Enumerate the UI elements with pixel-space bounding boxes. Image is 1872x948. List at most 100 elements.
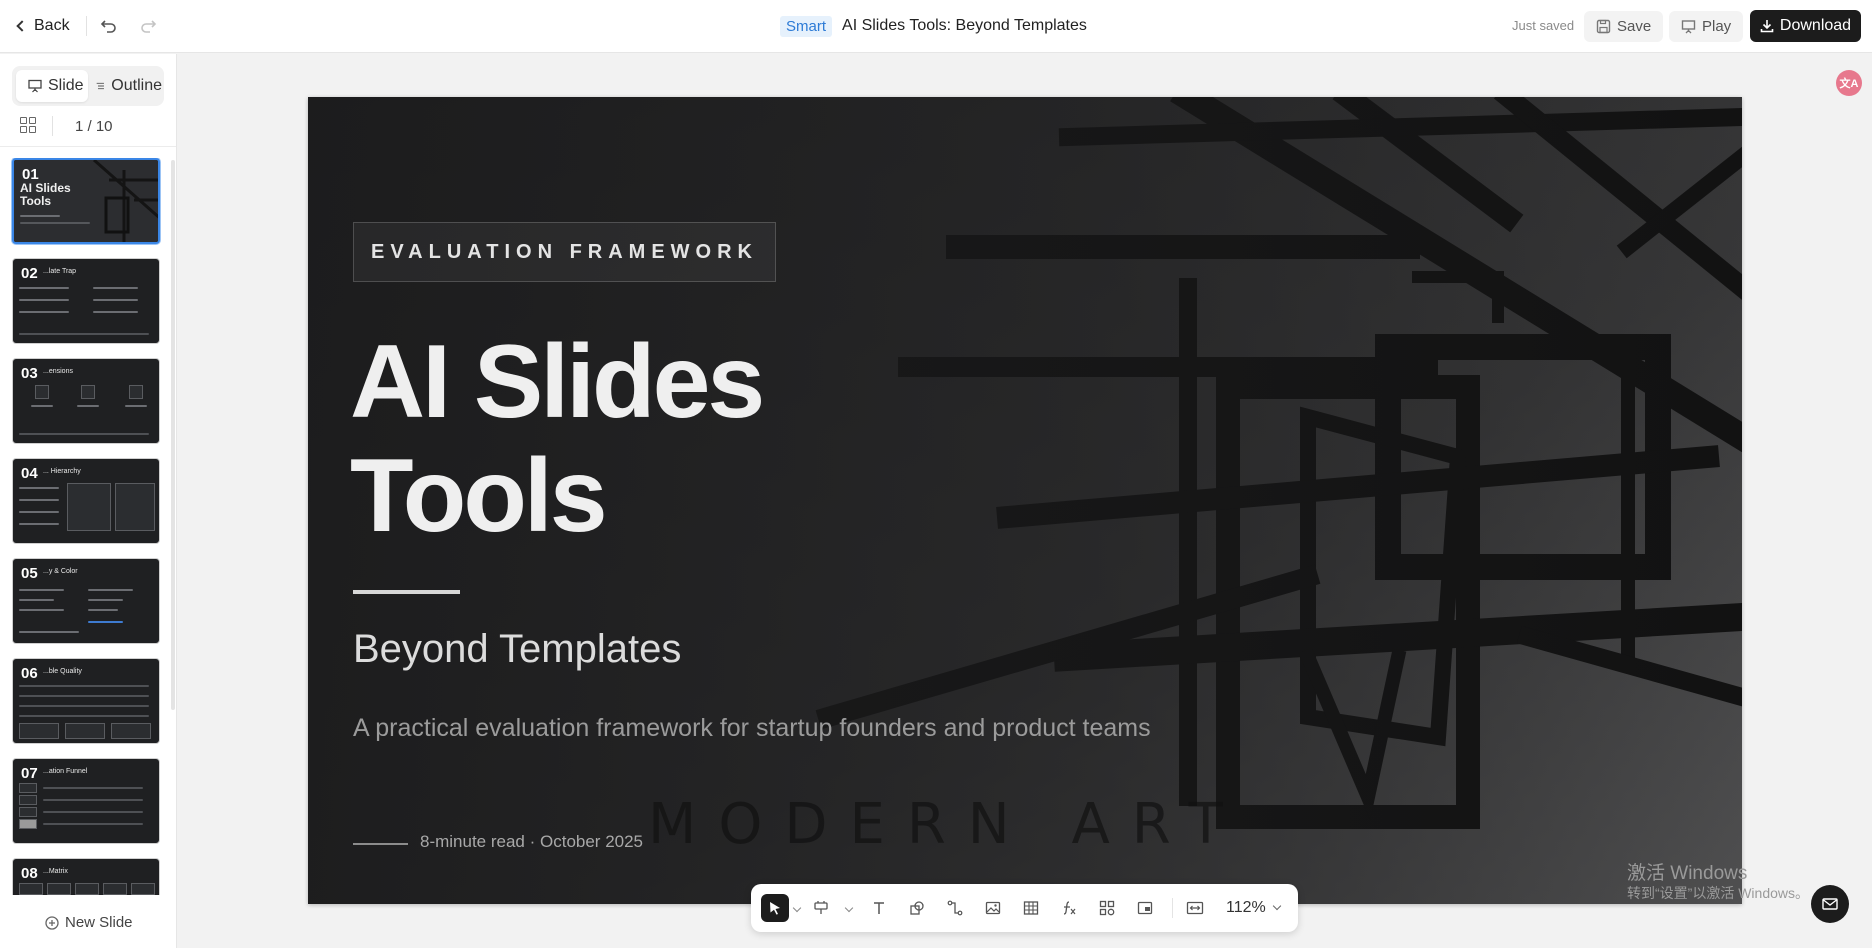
thumbnail-box — [129, 385, 143, 399]
divider — [86, 16, 87, 36]
thumbnail-line — [19, 487, 59, 489]
back-button[interactable]: Back — [16, 14, 70, 38]
redo-button[interactable] — [136, 14, 160, 38]
translate-icon[interactable]: 文A — [1836, 70, 1862, 96]
top-bar: Back Smart AI Slides Tools: Beyond Templ… — [0, 0, 1872, 53]
thumbnail-line — [19, 705, 149, 707]
document-title[interactable]: Smart AI Slides Tools: Beyond Templates — [780, 14, 1087, 38]
slide-title-line: Tools — [350, 438, 608, 554]
connector-icon — [947, 900, 963, 916]
slide-meta: 8-minute read · October 2025 — [420, 832, 644, 851]
save-status: Just saved — [1512, 18, 1575, 33]
slide-eyebrow-badge: EVALUATION FRAMEWORK — [353, 222, 776, 282]
slide-thumbnail-list: 01 AI Slides Tools 02 ...late Trap 03 ..… — [10, 158, 164, 895]
formula-tool-button[interactable] — [1055, 894, 1083, 922]
editing-toolbar — [751, 884, 1298, 932]
connector-tool-button[interactable] — [941, 894, 969, 922]
thumbnail-box — [115, 483, 155, 531]
grid-view-icon[interactable] — [20, 117, 36, 133]
components-icon — [1099, 900, 1115, 916]
thumbnail-line — [19, 631, 79, 633]
shape-tool-button[interactable] — [903, 894, 931, 922]
thumbnail-box — [103, 883, 127, 895]
image-icon — [985, 901, 1001, 915]
thumbnail-line — [31, 405, 53, 407]
fit-width-button[interactable] — [1181, 894, 1209, 922]
tab-outline-label: Outline — [111, 77, 162, 94]
shapes-icon — [910, 901, 924, 915]
thumbnail-scrollbar[interactable] — [171, 160, 175, 710]
thumbnail-title: ...late Trap — [43, 268, 77, 275]
floppy-icon — [1596, 19, 1611, 34]
thumbnail-box — [19, 783, 37, 793]
components-tool-button[interactable] — [1093, 894, 1121, 922]
chevron-down-icon[interactable] — [792, 903, 802, 913]
brush-tool-button[interactable] — [807, 894, 835, 922]
thumbnail-line — [43, 823, 143, 825]
thumbnail-line — [43, 787, 143, 789]
slide-thumbnail-02[interactable]: 02 ...late Trap — [12, 258, 160, 344]
chevron-down-icon[interactable] — [844, 903, 854, 913]
plus-circle-icon — [45, 915, 59, 930]
thumbnail-line — [77, 405, 99, 407]
slide-canvas[interactable]: MODERN ART EVALUATION FRAMEWORK AI Slide… — [308, 97, 1742, 904]
presentation-icon — [1681, 20, 1696, 34]
thumbnail-box — [19, 807, 37, 817]
windows-activation-subtitle: 转到“设置”以激活 Windows。 — [1627, 885, 1810, 901]
undo-button[interactable] — [97, 14, 121, 38]
slide-thumbnail-08[interactable]: 08 ...Matrix — [12, 858, 160, 895]
undo-icon — [100, 20, 116, 33]
thumbnail-line — [88, 599, 123, 601]
embed-tool-button[interactable] — [1131, 894, 1159, 922]
play-button[interactable]: Play — [1669, 11, 1744, 42]
thumbnail-line — [88, 609, 118, 611]
image-tool-button[interactable] — [979, 894, 1007, 922]
text-tool-button[interactable] — [865, 894, 893, 922]
slide-thumbnail-06[interactable]: 06 ...ble Quality — [12, 658, 160, 744]
embed-frame-icon — [1137, 901, 1153, 915]
slide-thumbnail-07[interactable]: 07 ...ation Funnel — [12, 758, 160, 844]
slide-thumbnail-03[interactable]: 03 ...ensions — [12, 358, 160, 444]
thumbnail-line — [19, 287, 69, 289]
slide-thumbnail-05[interactable]: 05 ...y & Color — [12, 558, 160, 644]
divider — [0, 146, 176, 147]
fit-width-icon — [1186, 901, 1204, 915]
slide-subtitle: Beyond Templates — [353, 627, 682, 671]
divider — [1172, 898, 1173, 918]
slide-thumbnail-04[interactable]: 04 ... Hierarchy — [12, 458, 160, 544]
slide-thumbnail-01[interactable]: 01 AI Slides Tools — [12, 158, 160, 244]
thumbnail-title: ... Hierarchy — [43, 468, 81, 475]
presentation-icon — [28, 79, 42, 93]
thumbnail-box — [75, 883, 99, 895]
thumbnail-line — [19, 433, 149, 435]
thumbnail-box — [19, 795, 37, 805]
table-tool-button[interactable] — [1017, 894, 1045, 922]
thumbnail-box — [65, 723, 105, 739]
play-label: Play — [1702, 18, 1732, 35]
thumbnail-line — [88, 589, 133, 591]
cursor-arrow-icon — [770, 902, 780, 915]
thumbnail-title: ...ensions — [43, 368, 73, 375]
slide-description: A practical evaluation framework for sta… — [353, 714, 1151, 742]
thumbnail-box — [81, 385, 95, 399]
thumbnail-line — [19, 715, 149, 717]
download-icon — [1760, 20, 1774, 33]
thumbnail-title: ...ble Quality — [43, 668, 82, 675]
chevron-left-icon — [16, 20, 28, 32]
tab-slide[interactable]: Slide — [16, 70, 88, 102]
thumbnail-line — [19, 511, 59, 513]
zoom-dropdown[interactable]: 112% — [1226, 899, 1281, 917]
tab-outline[interactable]: Outline — [92, 70, 162, 102]
thumbnail-line — [93, 299, 138, 301]
save-button[interactable]: Save — [1584, 11, 1664, 42]
thumbnail-line — [19, 589, 64, 591]
feedback-button[interactable] — [1811, 885, 1849, 923]
download-label: Download — [1779, 17, 1852, 34]
select-tool-button[interactable] — [761, 894, 789, 922]
thumbnail-line — [19, 333, 149, 335]
new-slide-button[interactable]: New Slide — [45, 914, 133, 931]
thumbnail-line — [43, 799, 143, 801]
thumbnail-line — [93, 287, 138, 289]
thumbnail-line — [19, 311, 69, 313]
download-button[interactable]: Download — [1750, 10, 1861, 42]
